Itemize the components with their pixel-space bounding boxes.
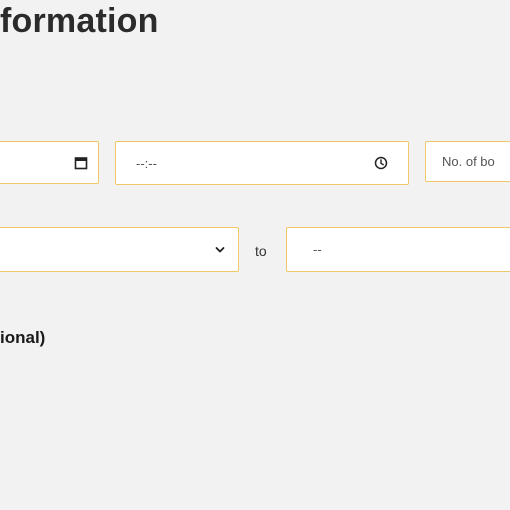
number-of-boxes-input[interactable]: No. of bo — [425, 141, 510, 182]
chevron-down-icon[interactable] — [214, 244, 226, 256]
boxes-placeholder: No. of bo — [442, 154, 495, 169]
from-select[interactable] — [0, 227, 239, 272]
time-placeholder: --:-- — [136, 155, 157, 171]
range-to-label: to — [255, 243, 267, 259]
calendar-icon[interactable] — [74, 156, 88, 170]
date-input[interactable] — [0, 141, 99, 184]
form-page: formation --:-- No. of bo to -- ional) — [0, 0, 510, 510]
to-select-value: -- — [313, 242, 322, 257]
optional-section-label: ional) — [0, 328, 46, 347]
clock-icon[interactable] — [374, 156, 388, 170]
to-select[interactable]: -- — [286, 227, 510, 272]
time-input[interactable]: --:-- — [115, 141, 409, 185]
section-heading: formation — [0, 2, 159, 40]
